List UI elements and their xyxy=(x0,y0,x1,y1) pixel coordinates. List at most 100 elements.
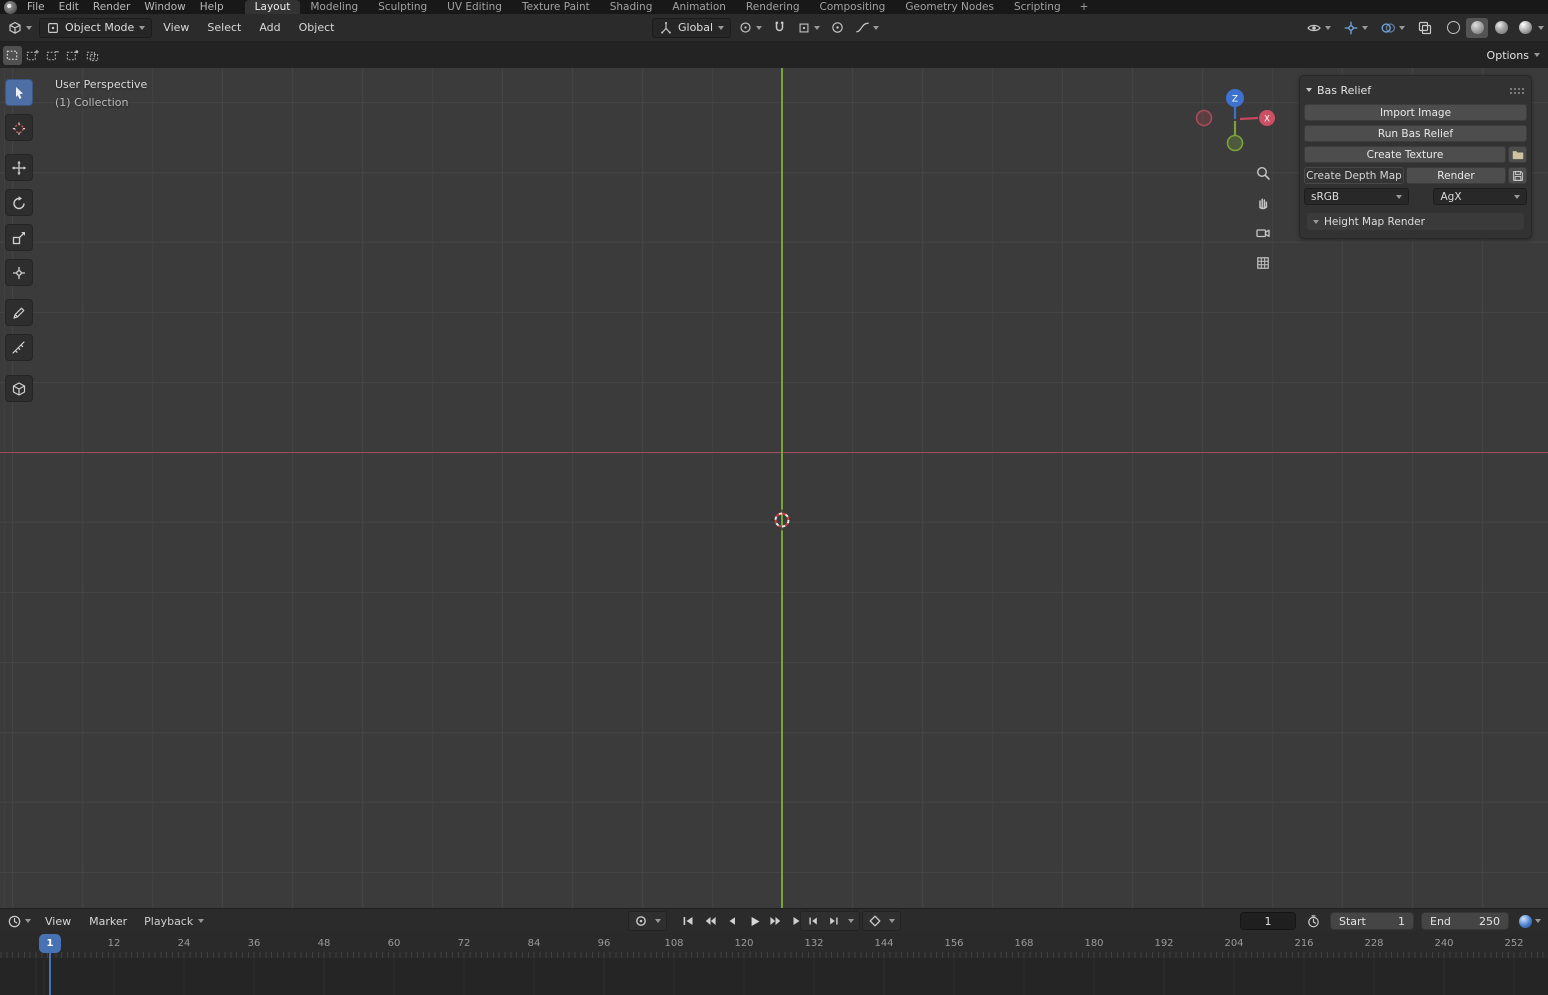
axis-y-ball[interactable] xyxy=(1226,134,1244,152)
transform-orientation-dropdown[interactable]: Global xyxy=(652,17,732,38)
select-mode-extend-button[interactable] xyxy=(23,46,42,65)
tool-cursor[interactable] xyxy=(5,114,33,141)
import-image-button[interactable]: Import Image xyxy=(1304,104,1527,121)
menu-view[interactable]: View xyxy=(156,21,196,34)
end-frame-field[interactable]: End 250 xyxy=(1421,912,1509,930)
mode-dropdown[interactable]: Object Mode xyxy=(39,17,153,38)
save-render-button[interactable] xyxy=(1508,167,1527,184)
options-dropdown[interactable]: Options xyxy=(1487,42,1540,68)
keying-set-dropdown[interactable] xyxy=(886,911,898,931)
create-depth-map-button[interactable]: Create Depth Map xyxy=(1304,167,1404,184)
ortho-toggle-button[interactable] xyxy=(1252,252,1274,274)
tool-add-cube[interactable] xyxy=(5,375,33,402)
shading-wireframe-button[interactable] xyxy=(1442,18,1464,38)
menu-object[interactable]: Object xyxy=(292,21,342,34)
workspace-tab-scripting[interactable]: Scripting xyxy=(1004,0,1071,14)
prev-keyframe-button[interactable] xyxy=(700,911,720,931)
workspace-tab-geometry-nodes[interactable]: Geometry Nodes xyxy=(895,0,1004,14)
workspace-tab-texture-paint[interactable]: Texture Paint xyxy=(512,0,600,14)
add-workspace-button[interactable]: + xyxy=(1071,0,1098,14)
timeline-ruler[interactable]: 12 24 36 48 60 72 84 96 108 120 132 144 … xyxy=(0,933,1548,958)
view-transform-dropdown[interactable]: AgX xyxy=(1433,188,1527,205)
start-frame-field[interactable]: Start 1 xyxy=(1330,912,1414,930)
select-mode-intersect-button[interactable] xyxy=(83,46,102,65)
step-forward-button[interactable] xyxy=(824,911,844,931)
menu-edit[interactable]: Edit xyxy=(52,0,86,14)
workspace-tab-shading[interactable]: Shading xyxy=(600,0,663,14)
step-back-button[interactable] xyxy=(803,911,823,931)
color-space-dropdown[interactable]: sRGB xyxy=(1304,188,1410,205)
camera-view-button[interactable] xyxy=(1252,222,1274,244)
navigation-gizmo[interactable]: Z X xyxy=(1185,75,1295,171)
overlays-toggle-dropdown[interactable] xyxy=(1377,18,1408,38)
menu-help[interactable]: Help xyxy=(193,0,231,14)
shading-rendered-button[interactable] xyxy=(1514,18,1536,38)
tool-rotate[interactable] xyxy=(5,189,33,216)
render-button[interactable]: Render xyxy=(1406,167,1506,184)
select-mode-invert-button[interactable] xyxy=(63,46,82,65)
pan-view-button[interactable] xyxy=(1252,192,1274,214)
select-mode-subtract-button[interactable] xyxy=(43,46,62,65)
rendered-sphere-icon xyxy=(1518,21,1532,34)
shading-solid-button[interactable] xyxy=(1466,17,1488,38)
auto-keying-dropdown[interactable] xyxy=(652,911,664,931)
zoom-view-button[interactable] xyxy=(1252,162,1274,184)
play-button[interactable] xyxy=(744,911,764,931)
tool-annotate[interactable] xyxy=(5,299,33,326)
snap-toggle-button[interactable] xyxy=(769,18,790,38)
timeline-editor-type-button[interactable] xyxy=(4,911,34,931)
tool-transform[interactable] xyxy=(5,259,33,286)
shading-material-button[interactable] xyxy=(1490,18,1512,38)
falloff-dropdown[interactable] xyxy=(852,18,882,38)
workspace-tab-animation[interactable]: Animation xyxy=(662,0,736,14)
workspace-tab-compositing[interactable]: Compositing xyxy=(810,0,896,14)
timeline-menu-playback[interactable]: Playback xyxy=(138,911,210,931)
browse-texture-button[interactable] xyxy=(1508,146,1527,163)
play-reverse-button[interactable] xyxy=(722,911,742,931)
panel-header[interactable]: Bas Relief xyxy=(1304,80,1527,100)
workspace-tab-rendering[interactable]: Rendering xyxy=(736,0,810,14)
run-bas-relief-button[interactable]: Run Bas Relief xyxy=(1304,125,1527,142)
chevron-down-icon xyxy=(139,25,146,30)
menu-file[interactable]: File xyxy=(20,0,52,14)
current-frame-field[interactable]: 1 xyxy=(1240,912,1296,930)
axis-neg-x-ball[interactable] xyxy=(1195,109,1213,127)
viewport-3d[interactable]: User Perspective (1) Collection Z X Bas … xyxy=(0,68,1548,908)
xray-toggle[interactable] xyxy=(1414,18,1436,38)
timeline-tracks[interactable] xyxy=(0,958,1548,995)
timeline-menu-marker[interactable]: Marker xyxy=(82,915,134,928)
timeline-sync-dropdown[interactable] xyxy=(1516,911,1544,931)
tool-measure[interactable] xyxy=(5,334,33,361)
workspace-tab-modeling[interactable]: Modeling xyxy=(300,0,368,14)
auto-keying-toggle[interactable] xyxy=(631,911,651,931)
pivot-point-dropdown[interactable] xyxy=(735,18,765,38)
next-keyframe-button[interactable] xyxy=(766,911,786,931)
tool-select-box[interactable] xyxy=(5,79,33,106)
menu-select[interactable]: Select xyxy=(200,21,248,34)
snap-settings-dropdown[interactable] xyxy=(794,18,823,38)
workspace-tab-sculpting[interactable]: Sculpting xyxy=(368,0,437,14)
editor-type-button[interactable] xyxy=(4,18,35,38)
playhead[interactable]: 1 xyxy=(39,934,61,953)
tool-move[interactable] xyxy=(5,154,33,181)
timeline-menu-view[interactable]: View xyxy=(38,915,78,928)
select-mode-new-button[interactable] xyxy=(3,45,22,65)
menu-window[interactable]: Window xyxy=(137,0,192,14)
keying-set-button[interactable] xyxy=(865,911,885,931)
create-texture-button[interactable]: Create Texture xyxy=(1304,146,1506,163)
visibility-dropdown[interactable] xyxy=(1303,18,1334,38)
use-preview-range-button[interactable] xyxy=(1303,911,1323,931)
jump-to-start-button[interactable] xyxy=(678,911,698,931)
proportional-editing-toggle[interactable] xyxy=(827,18,848,38)
height-map-render-subpanel[interactable]: Height Map Render xyxy=(1307,213,1524,230)
blender-logo-icon[interactable] xyxy=(4,0,17,14)
gizmos-toggle-dropdown[interactable] xyxy=(1340,18,1371,38)
timeline-area[interactable]: 12 24 36 48 60 72 84 96 108 120 132 144 … xyxy=(0,933,1548,995)
workspace-tab-uv-editing[interactable]: UV Editing xyxy=(437,0,512,14)
panel-grip-icon[interactable] xyxy=(1509,86,1525,94)
menu-add[interactable]: Add xyxy=(252,21,287,34)
menu-render[interactable]: Render xyxy=(86,0,137,14)
step-options-dropdown[interactable] xyxy=(845,911,857,931)
tool-scale[interactable] xyxy=(5,224,33,251)
workspace-tab-layout[interactable]: Layout xyxy=(244,0,301,14)
